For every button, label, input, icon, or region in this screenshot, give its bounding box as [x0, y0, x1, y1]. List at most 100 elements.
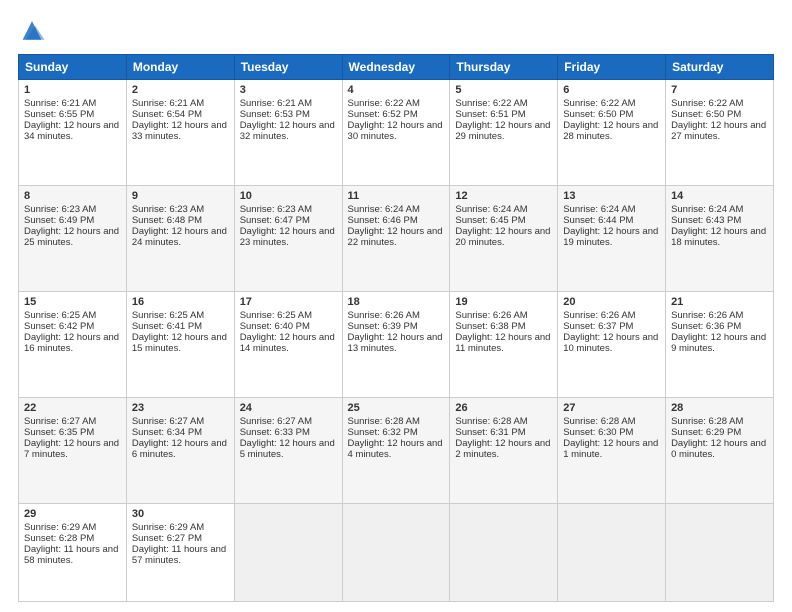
day-header-thursday: Thursday — [450, 55, 558, 80]
sunset-text: Sunset: 6:50 PM — [671, 109, 768, 120]
daylight-text: Daylight: 12 hours and 19 minutes. — [563, 226, 660, 248]
daylight-text: Daylight: 12 hours and 9 minutes. — [671, 332, 768, 354]
daylight-text: Daylight: 12 hours and 16 minutes. — [24, 332, 121, 354]
daylight-text: Daylight: 12 hours and 1 minute. — [563, 438, 660, 460]
daylight-text: Daylight: 11 hours and 58 minutes. — [24, 544, 121, 566]
daylight-text: Daylight: 12 hours and 7 minutes. — [24, 438, 121, 460]
sunset-text: Sunset: 6:35 PM — [24, 427, 121, 438]
daylight-text: Daylight: 12 hours and 30 minutes. — [348, 120, 445, 142]
calendar-cell — [342, 504, 450, 602]
day-number: 19 — [455, 296, 552, 308]
calendar-cell: 13Sunrise: 6:24 AMSunset: 6:44 PMDayligh… — [558, 186, 666, 292]
calendar-cell: 25Sunrise: 6:28 AMSunset: 6:32 PMDayligh… — [342, 398, 450, 504]
daylight-text: Daylight: 12 hours and 23 minutes. — [240, 226, 337, 248]
calendar-week-row: 15Sunrise: 6:25 AMSunset: 6:42 PMDayligh… — [19, 292, 774, 398]
general-blue-logo-icon — [18, 18, 46, 46]
calendar-cell: 29Sunrise: 6:29 AMSunset: 6:28 PMDayligh… — [19, 504, 127, 602]
logo — [18, 18, 50, 46]
sunset-text: Sunset: 6:46 PM — [348, 215, 445, 226]
calendar-cell: 2Sunrise: 6:21 AMSunset: 6:54 PMDaylight… — [126, 80, 234, 186]
calendar-week-row: 1 Sunrise: 6:21 AM Sunset: 6:55 PM Daylight… — [19, 80, 774, 186]
daylight-text: Daylight: 12 hours and 4 minutes. — [348, 438, 445, 460]
day-number: 21 — [671, 296, 768, 308]
calendar-week-row: 8Sunrise: 6:23 AMSunset: 6:49 PMDaylight… — [19, 186, 774, 292]
calendar-cell: 28Sunrise: 6:28 AMSunset: 6:29 PMDayligh… — [666, 398, 774, 504]
day-number: 12 — [455, 190, 552, 202]
day-number: 11 — [348, 190, 445, 202]
day-number: 24 — [240, 402, 337, 414]
calendar-cell: 30Sunrise: 6:29 AMSunset: 6:27 PMDayligh… — [126, 504, 234, 602]
day-number: 20 — [563, 296, 660, 308]
calendar-cell: 4Sunrise: 6:22 AMSunset: 6:52 PMDaylight… — [342, 80, 450, 186]
daylight-text: Daylight: 12 hours and 18 minutes. — [671, 226, 768, 248]
day-number: 3 — [240, 84, 337, 96]
calendar-cell: 23Sunrise: 6:27 AMSunset: 6:34 PMDayligh… — [126, 398, 234, 504]
sunset-text: Sunset: 6:37 PM — [563, 321, 660, 332]
day-header-tuesday: Tuesday — [234, 55, 342, 80]
sunrise-text: Sunrise: 6:22 AM — [671, 98, 768, 109]
day-number: 18 — [348, 296, 445, 308]
sunset-text: Sunset: 6:33 PM — [240, 427, 337, 438]
calendar-cell: 7 Sunrise: 6:22 AMSunset: 6:50 PMDaylight… — [666, 80, 774, 186]
day-header-wednesday: Wednesday — [342, 55, 450, 80]
daylight-text: Daylight: 12 hours and 28 minutes. — [563, 120, 660, 142]
calendar-cell: 15Sunrise: 6:25 AMSunset: 6:42 PMDayligh… — [19, 292, 127, 398]
sunrise-text: Sunrise: 6:24 AM — [671, 204, 768, 215]
calendar-cell: 18Sunrise: 6:26 AMSunset: 6:39 PMDayligh… — [342, 292, 450, 398]
daylight-text: Daylight: 12 hours and 29 minutes. — [455, 120, 552, 142]
daylight-text: Daylight: 12 hours and 14 minutes. — [240, 332, 337, 354]
sunset-text: Sunset: 6:54 PM — [132, 109, 229, 120]
sunset-text: Sunset: 6:41 PM — [132, 321, 229, 332]
day-number: 9 — [132, 190, 229, 202]
daylight-text: Daylight: 12 hours and 10 minutes. — [563, 332, 660, 354]
day-number: 28 — [671, 402, 768, 414]
header — [18, 18, 774, 46]
calendar-cell: 14Sunrise: 6:24 AMSunset: 6:43 PMDayligh… — [666, 186, 774, 292]
daylight-text: Daylight: 12 hours and 6 minutes. — [132, 438, 229, 460]
day-number: 26 — [455, 402, 552, 414]
sunrise-text: Sunrise: 6:22 AM — [563, 98, 660, 109]
sunset-text: Sunset: 6:45 PM — [455, 215, 552, 226]
sunset-text: Sunset: 6:44 PM — [563, 215, 660, 226]
day-number: 17 — [240, 296, 337, 308]
day-number: 13 — [563, 190, 660, 202]
daylight-text: Daylight: 12 hours and 24 minutes. — [132, 226, 229, 248]
calendar-cell — [666, 504, 774, 602]
daylight-text: Daylight: 12 hours and 22 minutes. — [348, 226, 445, 248]
sunset-text: Sunset: 6:38 PM — [455, 321, 552, 332]
sunset-text: Sunset: 6:53 PM — [240, 109, 337, 120]
sunset-text: Sunset: 6:55 PM — [24, 109, 121, 120]
sunrise-text: Sunrise: 6:21 AM — [240, 98, 337, 109]
sunrise-text: Sunrise: 6:29 AM — [132, 522, 229, 533]
sunrise-text: Sunrise: 6:23 AM — [240, 204, 337, 215]
sunset-text: Sunset: 6:36 PM — [671, 321, 768, 332]
calendar-cell: 12Sunrise: 6:24 AMSunset: 6:45 PMDayligh… — [450, 186, 558, 292]
sunrise-text: Sunrise: 6:25 AM — [240, 310, 337, 321]
sunrise-text: Sunrise: 6:25 AM — [132, 310, 229, 321]
daylight-text: Daylight: 12 hours and 27 minutes. — [671, 120, 768, 142]
day-number: 15 — [24, 296, 121, 308]
calendar-header-row: SundayMondayTuesdayWednesdayThursdayFrid… — [19, 55, 774, 80]
day-number: 25 — [348, 402, 445, 414]
sunset-text: Sunset: 6:28 PM — [24, 533, 121, 544]
day-number: 27 — [563, 402, 660, 414]
daylight-text: Daylight: 11 hours and 57 minutes. — [132, 544, 229, 566]
calendar-cell: 26Sunrise: 6:28 AMSunset: 6:31 PMDayligh… — [450, 398, 558, 504]
day-header-saturday: Saturday — [666, 55, 774, 80]
calendar-table: SundayMondayTuesdayWednesdayThursdayFrid… — [18, 54, 774, 602]
sunrise-text: Sunrise: 6:26 AM — [348, 310, 445, 321]
sunset-text: Sunset: 6:51 PM — [455, 109, 552, 120]
day-number: 2 — [132, 84, 229, 96]
day-number: 4 — [348, 84, 445, 96]
day-number: 1 — [24, 84, 121, 96]
sunrise-text: Sunrise: 6:25 AM — [24, 310, 121, 321]
day-number: 8 — [24, 190, 121, 202]
day-number: 7 — [671, 84, 768, 96]
sunrise-text: Sunrise: 6:26 AM — [563, 310, 660, 321]
day-header-sunday: Sunday — [19, 55, 127, 80]
calendar-week-row: 29Sunrise: 6:29 AMSunset: 6:28 PMDayligh… — [19, 504, 774, 602]
calendar-cell: 5Sunrise: 6:22 AMSunset: 6:51 PMDaylight… — [450, 80, 558, 186]
sunset-text: Sunset: 6:27 PM — [132, 533, 229, 544]
sunrise-text: Sunrise: 6:28 AM — [455, 416, 552, 427]
sunset-text: Sunset: 6:40 PM — [240, 321, 337, 332]
